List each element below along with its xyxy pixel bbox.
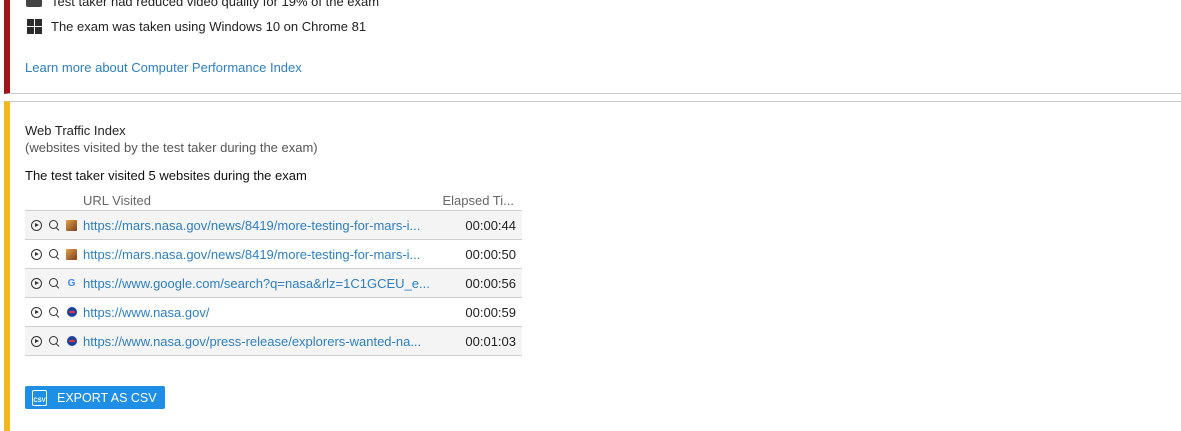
video-quality-text: Test taker had reduced video quality for… (51, 0, 380, 9)
zoom-icon[interactable] (45, 336, 62, 346)
csv-file-icon: CSV (32, 389, 47, 406)
column-header-url[interactable]: URL Visited (83, 193, 438, 208)
play-icon[interactable] (27, 277, 45, 289)
export-csv-label: EXPORT AS CSV (57, 390, 157, 405)
table-row: https://mars.nasa.gov/news/8419/more-tes… (25, 211, 522, 240)
zoom-icon[interactable] (45, 249, 62, 259)
play-icon[interactable] (27, 219, 45, 231)
web-traffic-title: Web Traffic Index (25, 123, 126, 138)
zoom-icon[interactable] (45, 220, 62, 230)
learn-more-cpi-link[interactable]: Learn more about Computer Performance In… (25, 60, 302, 75)
os-browser-text: The exam was taken using Windows 10 on C… (51, 19, 367, 34)
play-icon[interactable] (27, 248, 45, 260)
web-traffic-summary: The test taker visited 5 websites during… (25, 168, 307, 183)
play-icon[interactable] (27, 306, 45, 318)
computer-performance-card: Test taker had reduced video quality for… (4, 0, 1181, 94)
elapsed-time: 00:00:50 (465, 246, 516, 262)
websites-table: URL Visited Elapsed Ti... https://mars.n… (25, 190, 522, 356)
os-browser-note: The exam was taken using Windows 10 on C… (25, 19, 366, 34)
web-traffic-card: Web Traffic Index (websites visited by t… (4, 101, 1181, 431)
export-csv-button[interactable]: CSV EXPORT AS CSV (25, 386, 165, 409)
table-row: https://www.nasa.gov/ 00:00:59 (25, 298, 522, 327)
url-link[interactable]: https://www.google.com/search?q=nasa&rlz… (81, 276, 437, 291)
url-link[interactable]: https://mars.nasa.gov/news/8419/more-tes… (81, 218, 437, 233)
windows-icon (25, 19, 43, 34)
column-header-elapsed-time[interactable]: Elapsed Ti... (438, 193, 522, 208)
elapsed-time: 00:00:44 (465, 217, 516, 233)
nasa-favicon-icon (62, 336, 81, 346)
google-favicon-icon: G (67, 277, 76, 289)
elapsed-time: 00:01:03 (465, 333, 516, 349)
table-row: https://www.nasa.gov/press-release/explo… (25, 327, 522, 356)
url-link[interactable]: https://www.nasa.gov/press-release/explo… (81, 334, 437, 349)
url-link[interactable]: https://www.nasa.gov/ (81, 305, 437, 320)
url-link[interactable]: https://mars.nasa.gov/news/8419/more-tes… (81, 247, 437, 262)
web-traffic-subtitle: (websites visited by the test taker duri… (25, 140, 318, 155)
mars-favicon-icon (62, 219, 81, 231)
zoom-icon[interactable] (45, 307, 62, 317)
elapsed-time: 00:00:59 (465, 304, 516, 320)
table-row: G https://www.google.com/search?q=nasa&r… (25, 269, 522, 298)
play-icon[interactable] (27, 335, 45, 347)
elapsed-time: 00:00:56 (465, 275, 516, 291)
table-row: https://mars.nasa.gov/news/8419/more-tes… (25, 240, 522, 269)
video-quality-note: Test taker had reduced video quality for… (25, 0, 379, 9)
nasa-favicon-icon (62, 307, 81, 317)
zoom-icon[interactable] (45, 278, 62, 288)
table-header: URL Visited Elapsed Ti... (25, 190, 522, 211)
mars-favicon-icon (62, 248, 81, 260)
video-icon (25, 0, 43, 9)
